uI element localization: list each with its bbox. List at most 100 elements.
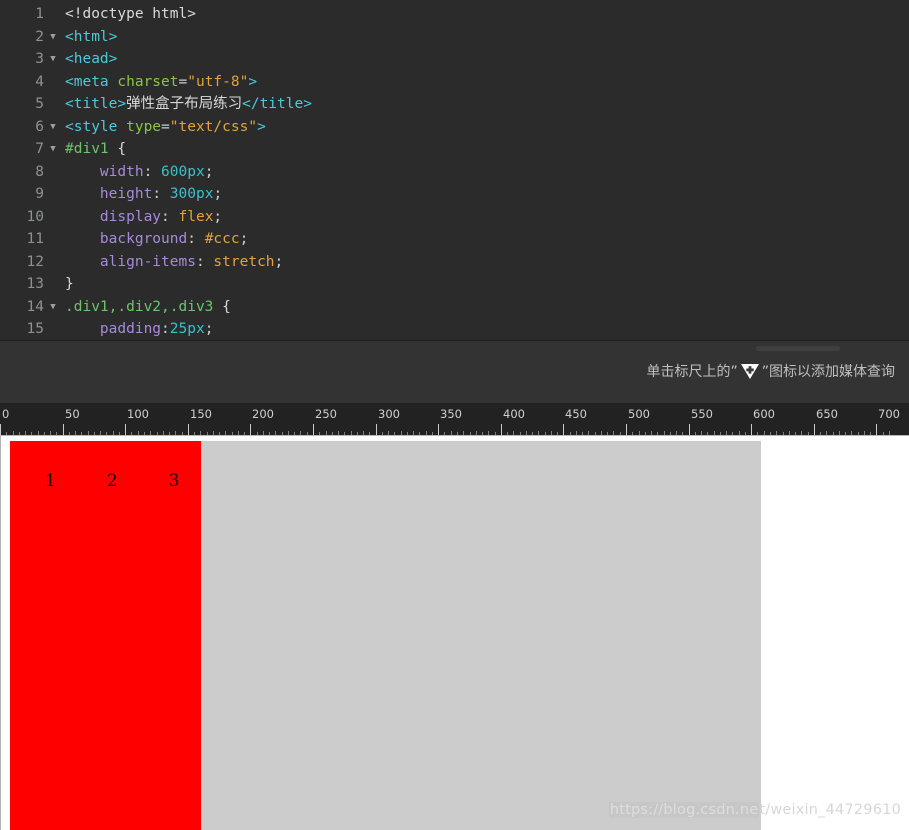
line-number: 10 xyxy=(26,208,44,225)
code-token: 弹性盒子布局练习 xyxy=(126,96,243,112)
flex-item-3: 3 xyxy=(138,441,202,830)
flex-item-2: 2 xyxy=(73,441,139,830)
code-line-text: #div1 { xyxy=(62,138,126,161)
code-line[interactable]: 5 <title>弹性盒子布局练习</title> xyxy=(0,93,909,116)
code-line-text: display: flex; xyxy=(62,206,222,229)
code-token: > xyxy=(248,73,258,90)
code-token: : xyxy=(152,186,170,202)
fold-arrow-icon[interactable]: ▼ xyxy=(44,296,62,319)
line-number: 8 xyxy=(35,163,44,180)
code-token: </title> xyxy=(242,96,312,112)
code-line-text: align-items: stretch; xyxy=(62,251,283,274)
code-token: 25px xyxy=(169,321,205,337)
rendered-page-preview[interactable]: 1 2 3 https://blog.csdn.net/weixin_44729… xyxy=(0,436,909,830)
fold-arrow-icon[interactable]: ▼ xyxy=(44,26,62,49)
flex-item-3-label: 3 xyxy=(168,471,180,491)
ruler-label: 0 xyxy=(2,407,10,421)
media-query-hint-prefix: 单击标尺上的” xyxy=(646,364,738,380)
code-line[interactable]: 14 ▼ .div1,.div2,.div3 { xyxy=(0,296,909,319)
fold-arrow-icon[interactable]: ▼ xyxy=(44,138,62,161)
code-token: width xyxy=(99,163,144,180)
page-left-edge xyxy=(0,436,1,830)
code-token: : xyxy=(161,321,170,337)
code-editor-pane[interactable]: 1 <!doctype html> 2 ▼ <html> 3 ▼ <head> 4 <meta c… xyxy=(0,0,909,340)
ruler-label: 250 xyxy=(315,407,337,421)
ruler-label: 550 xyxy=(691,407,713,421)
line-number: 13 xyxy=(26,276,44,292)
code-token: : xyxy=(187,231,205,247)
code-token: { xyxy=(213,298,231,315)
code-token: #div1 xyxy=(65,141,109,157)
code-token: padding xyxy=(99,321,162,337)
code-line[interactable]: 2 ▼ <html> xyxy=(0,26,909,49)
ruler-label: 350 xyxy=(440,407,462,421)
code-line-text: width: 600px; xyxy=(62,161,214,184)
line-number: 4 xyxy=(35,73,44,90)
code-line[interactable]: 4 <meta charset="utf-8"> xyxy=(0,71,909,94)
ruler-label: 400 xyxy=(503,407,525,421)
viewport-ruler[interactable]: 0 50 100 150 200 250 300 350 400 450 500 550 600 650 7… xyxy=(0,403,909,436)
watermark: https://blog.csdn.net/weixin_44729610 xyxy=(608,802,901,818)
code-token: : xyxy=(195,253,214,270)
code-line[interactable]: 9 height: 300px; xyxy=(0,183,909,206)
code-line[interactable]: 10 display: flex; xyxy=(0,206,909,229)
fold-arrow-icon[interactable]: ▼ xyxy=(44,116,62,139)
ruler-label: 100 xyxy=(127,407,149,421)
code-token: ; xyxy=(239,231,249,247)
code-token: stretch xyxy=(213,253,275,270)
code-line[interactable]: 11 background: #ccc; xyxy=(0,228,909,251)
code-line[interactable]: 15 padding:25px; xyxy=(0,318,909,340)
code-token: background xyxy=(99,231,188,247)
line-number: 14 xyxy=(26,298,44,315)
code-line-text: background: #ccc; xyxy=(62,228,248,251)
code-token: ; xyxy=(213,186,223,202)
code-line[interactable]: 13} xyxy=(0,273,909,296)
code-line-text: <title>弹性盒子布局练习</title> xyxy=(62,93,312,116)
code-token: .div1,.div2,.div3 xyxy=(65,298,214,315)
code-token: { xyxy=(108,141,127,157)
line-number: 2 xyxy=(35,28,44,45)
code-line-text: <style type="text/css"> xyxy=(62,116,266,139)
code-token: ; xyxy=(204,321,214,337)
media-query-bar[interactable]: 单击标尺上的” ”图标以添加媒体查询 xyxy=(0,340,909,404)
code-token: = xyxy=(161,118,170,135)
code-token: <meta xyxy=(65,73,118,90)
ruler-label: 150 xyxy=(190,407,212,421)
code-line[interactable]: 12 align-items: stretch; xyxy=(0,251,909,274)
flex-item-1-label: 1 xyxy=(45,471,56,491)
devtools-responsive-preview: 1 <!doctype html> 2 ▼ <html> 3 ▼ <head> 4 <meta c… xyxy=(0,0,909,830)
line-number: 3 xyxy=(35,51,44,67)
line-number: 6 xyxy=(35,118,44,135)
horizontal-scrollbar-thumb[interactable] xyxy=(756,346,840,351)
code-token: > xyxy=(257,118,266,135)
code-line[interactable]: 8 width: 600px; xyxy=(0,161,909,184)
line-number: 11 xyxy=(26,231,44,247)
code-line[interactable]: 3 ▼ <head> xyxy=(0,48,909,71)
code-token: <head> xyxy=(65,51,118,67)
code-line-list[interactable]: 1 <!doctype html> 2 ▼ <html> 3 ▼ <head> 4 <meta c… xyxy=(0,3,909,340)
ruler-label: 300 xyxy=(378,407,400,421)
code-token: flex xyxy=(178,208,214,225)
ruler-label: 200 xyxy=(252,407,274,421)
div1-flex-container: 1 2 3 xyxy=(10,441,761,830)
code-token: align-items xyxy=(99,253,196,270)
line-number: 5 xyxy=(35,96,44,112)
code-line-text: padding:25px; xyxy=(62,318,214,340)
code-line-text: } xyxy=(62,273,74,296)
code-line[interactable]: 6 ▼ <style type="text/css"> xyxy=(0,116,909,139)
code-token: <title> xyxy=(65,96,127,112)
code-token: ; xyxy=(213,208,223,225)
code-line[interactable]: 1 <!doctype html> xyxy=(0,3,909,26)
fold-arrow-icon[interactable]: ▼ xyxy=(44,48,62,71)
code-line[interactable]: 7 ▼ #div1 { xyxy=(0,138,909,161)
add-media-query-icon xyxy=(739,362,761,380)
watermark-highlighted: https://blog.csdn.ne xyxy=(608,802,760,818)
line-number: 9 xyxy=(35,186,44,202)
watermark-rest: t/weixin_44729610 xyxy=(759,802,901,818)
code-line-text: <meta charset="utf-8"> xyxy=(62,71,257,94)
ruler-label: 500 xyxy=(628,407,650,421)
code-token: <style xyxy=(65,118,127,135)
